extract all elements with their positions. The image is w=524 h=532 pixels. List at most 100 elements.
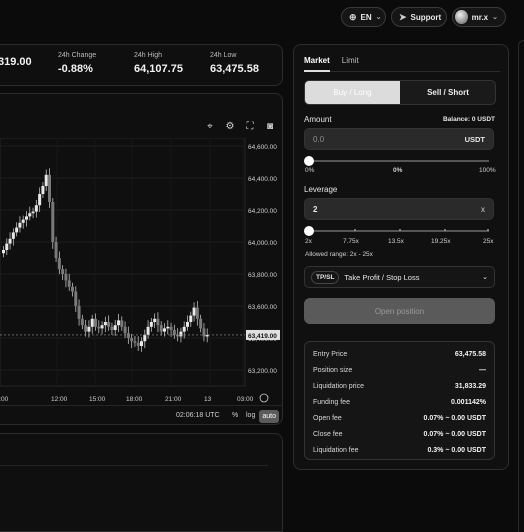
summary-row: Entry Price 63,475.58 bbox=[313, 351, 486, 358]
order-form: Market Limit Buy / Long Sell / Short Amo… bbox=[293, 44, 509, 470]
candle-body bbox=[182, 326, 186, 332]
percent-toggle[interactable]: % bbox=[232, 412, 238, 419]
y-tick-label: 63,200.00 bbox=[248, 368, 277, 375]
tpsl-text: Take Profit / Stop Loss bbox=[344, 272, 420, 282]
candle-body bbox=[71, 286, 74, 292]
leverage-tick: 7.75x bbox=[343, 238, 359, 245]
candle-body bbox=[25, 216, 28, 220]
summary-row: Liquidation fee 0.3% ~ 0.00 USDT bbox=[313, 447, 486, 454]
navigate-icon bbox=[259, 393, 269, 403]
support-button[interactable]: ➤ Support bbox=[391, 7, 447, 27]
candle-body bbox=[103, 322, 107, 326]
summary-row: Close fee 0.07% ~ 0.00 USDT bbox=[313, 431, 486, 438]
amount-slider[interactable] bbox=[304, 156, 489, 166]
candle-body bbox=[159, 325, 163, 332]
stat-value: 63,475.58 bbox=[210, 63, 259, 75]
avatar bbox=[455, 10, 468, 24]
log-toggle[interactable]: log bbox=[246, 412, 255, 419]
amount-input[interactable]: 0.0 USDT bbox=[304, 128, 494, 150]
leverage-value: 2 bbox=[313, 204, 318, 214]
last-price-value: 319.00 bbox=[0, 56, 32, 68]
slider-handle[interactable] bbox=[304, 156, 314, 166]
balance-text: Balance: 0 USDT bbox=[442, 116, 495, 123]
fullscreen-icon[interactable]: ⛶ bbox=[244, 120, 256, 132]
sell-short-button[interactable]: Sell / Short bbox=[400, 81, 495, 104]
candle-body bbox=[38, 194, 42, 206]
amount-current: 0% bbox=[393, 167, 403, 174]
candle-body bbox=[2, 250, 5, 254]
language-label: EN bbox=[360, 12, 372, 22]
leverage-slider[interactable] bbox=[304, 226, 489, 236]
candle-body bbox=[28, 213, 32, 217]
support-label: Support bbox=[410, 12, 442, 22]
candle-body bbox=[195, 307, 199, 319]
clear-icon[interactable]: x bbox=[481, 205, 485, 214]
y-tick-label: 64,400.00 bbox=[248, 176, 277, 183]
candle-body bbox=[64, 274, 68, 281]
candle-body bbox=[11, 232, 15, 239]
y-tick-label: 63,800.00 bbox=[248, 272, 277, 279]
y-tick-label: 64,600.00 bbox=[248, 144, 277, 151]
y-tick-label: 63,600.00 bbox=[248, 304, 277, 311]
candle-body bbox=[90, 318, 94, 327]
candle-body bbox=[153, 318, 157, 322]
leverage-tick: 25x bbox=[483, 238, 494, 245]
slider-handle[interactable] bbox=[304, 226, 314, 236]
candle-body bbox=[34, 205, 38, 212]
amount-label: Amount bbox=[304, 115, 332, 124]
order-summary: Entry Price 63,475.58 Position size — Liqu… bbox=[304, 341, 495, 460]
candle-body bbox=[74, 291, 78, 306]
price-chart[interactable]: 64,600.00 64,400.00 64,200.00 64,000.00 63,8… bbox=[0, 138, 283, 405]
x-tick-label: 12:00 bbox=[51, 396, 68, 403]
stat-value: 64,107.75 bbox=[134, 63, 183, 75]
candle-body bbox=[123, 326, 127, 334]
candle-body bbox=[156, 318, 160, 326]
stat-24h-high: 24h High 64,107.75 bbox=[134, 52, 183, 75]
candle-body bbox=[120, 320, 124, 327]
tpsl-tag: TP/SL bbox=[311, 270, 340, 284]
leverage-input[interactable]: 2 x bbox=[304, 198, 494, 220]
candle-body bbox=[44, 174, 48, 186]
open-position-button[interactable]: Open position bbox=[304, 298, 495, 324]
candle-body bbox=[67, 280, 71, 287]
amount-max: 100% bbox=[479, 167, 496, 174]
tpsl-dropdown[interactable]: TP/SL Take Profit / Stop Loss ⌄ bbox=[304, 266, 495, 288]
candle-body bbox=[146, 326, 150, 335]
crosshair-icon[interactable]: ⌖ bbox=[204, 120, 216, 132]
top-bar: ⊕ EN ⌄ ➤ Support mr.x ⌄ bbox=[0, 0, 524, 36]
language-selector[interactable]: ⊕ EN ⌄ bbox=[341, 7, 386, 27]
positions-panel bbox=[0, 433, 283, 532]
slider-stop bbox=[444, 229, 446, 231]
settings-icon[interactable]: ⚙ bbox=[224, 120, 236, 132]
candle-body bbox=[94, 318, 97, 327]
side-panel-edge bbox=[518, 40, 524, 532]
user-menu[interactable]: mr.x ⌄ bbox=[452, 7, 506, 27]
tabs-divider bbox=[304, 71, 500, 72]
stat-value: -0.88% bbox=[58, 63, 93, 75]
candle-body bbox=[97, 326, 101, 329]
chart-footer: 02:06:18 UTC % log auto bbox=[0, 405, 282, 424]
y-tick-label: 64,000.00 bbox=[248, 240, 277, 247]
auto-toggle[interactable]: auto bbox=[259, 410, 279, 423]
chevron-down-icon: ⌄ bbox=[375, 14, 382, 21]
candle-body bbox=[136, 342, 140, 346]
chevron-down-icon: ⌄ bbox=[482, 274, 488, 281]
summary-row: Funding fee 0.001142% bbox=[313, 399, 486, 406]
candle-body bbox=[87, 326, 91, 332]
candle-body bbox=[21, 219, 25, 223]
tab-market[interactable]: Market bbox=[304, 56, 330, 65]
candle-body bbox=[15, 227, 19, 233]
last-price-label: 63,419.00 bbox=[248, 333, 277, 340]
candle-body bbox=[57, 258, 61, 270]
candle-body bbox=[149, 322, 153, 327]
candle-body bbox=[199, 318, 203, 329]
stat-last-price: 319.00 bbox=[0, 52, 32, 68]
camera-icon[interactable]: ◙ bbox=[264, 120, 276, 132]
candle-body bbox=[192, 307, 196, 316]
buy-long-button[interactable]: Buy / Long bbox=[305, 81, 400, 104]
slider-stop bbox=[487, 229, 489, 231]
tab-limit[interactable]: Limit bbox=[342, 56, 359, 65]
candle-body bbox=[61, 269, 65, 274]
slider-stop bbox=[399, 229, 401, 231]
candle-body bbox=[84, 325, 88, 332]
